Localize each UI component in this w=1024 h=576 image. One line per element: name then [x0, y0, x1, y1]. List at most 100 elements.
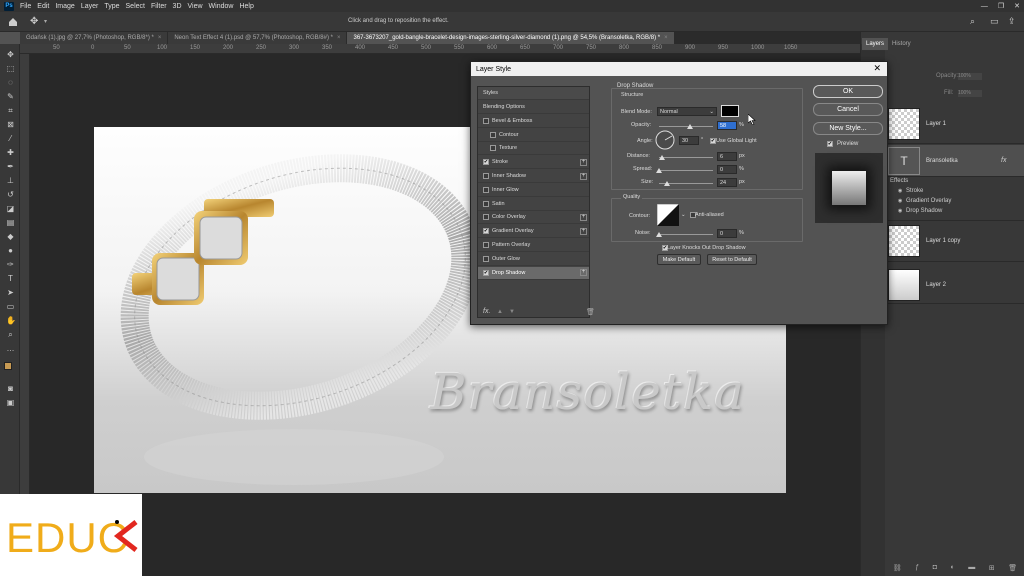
clone-stamp-tool-icon[interactable]: ⊥ [6, 176, 15, 185]
link-layers-icon[interactable]: ⛓ [893, 564, 902, 574]
menu-type[interactable]: Type [104, 3, 119, 10]
quick-mask-icon[interactable]: ◙ [6, 384, 15, 393]
add-mask-icon[interactable]: ◘ [933, 564, 937, 574]
path-selection-tool-icon[interactable]: ➤ [6, 288, 15, 297]
group-icon[interactable]: ▬ [968, 564, 975, 574]
menu-3d[interactable]: 3D [173, 3, 182, 10]
cancel-button[interactable]: Cancel [813, 103, 883, 116]
blend-mode-select[interactable]: Normal ⌄ [657, 107, 717, 116]
effect-stroke[interactable]: Stroke [906, 188, 923, 194]
style-checkbox[interactable] [483, 117, 489, 124]
spread-slider-handle[interactable] [656, 168, 662, 173]
style-checkbox[interactable] [483, 200, 489, 207]
foreground-color-swatch[interactable] [4, 362, 12, 370]
close-tab-icon[interactable]: × [158, 35, 162, 41]
style-row-pattern-overlay[interactable]: Pattern Overlay [478, 239, 589, 252]
style-row-contour[interactable]: Contour [478, 129, 589, 142]
healing-brush-tool-icon[interactable]: ✚ [6, 148, 15, 157]
tab-layers[interactable]: Layers [862, 38, 889, 50]
effect-gradient-overlay[interactable]: Gradient Overlay [906, 198, 951, 204]
visibility-eye-icon[interactable]: ◉ [898, 188, 902, 194]
menu-view[interactable]: View [188, 3, 203, 10]
marquee-tool-icon[interactable]: ⬚ [6, 64, 15, 73]
dialog-titlebar[interactable]: Layer Style ✕ [471, 62, 887, 76]
style-row-inner-shadow[interactable]: Inner Shadow + [478, 170, 589, 183]
eraser-tool-icon[interactable]: ◪ [6, 204, 15, 213]
eyedropper-tool-icon[interactable]: ⁄ [6, 134, 15, 143]
photoshop-logo-icon[interactable]: Ps [4, 1, 14, 11]
style-row-outer-glow[interactable]: Outer Glow [478, 253, 589, 266]
menu-file[interactable]: File [20, 3, 31, 10]
close-window-icon[interactable]: ✕ [1014, 2, 1020, 10]
layer-row-layer-1[interactable]: Layer 1 [886, 104, 1024, 144]
quick-select-tool-icon[interactable]: ✎ [6, 92, 15, 101]
visibility-eye-icon[interactable]: ◉ [898, 198, 902, 204]
size-slider-handle[interactable] [664, 181, 670, 186]
style-checkbox[interactable] [490, 145, 496, 152]
fill-value[interactable]: 100% [958, 90, 982, 97]
tab-neon[interactable]: Neon Text Effect 4 (1).psd @ 57,7% (Phot… [168, 32, 348, 44]
dodge-tool-icon[interactable]: ● [6, 246, 15, 255]
move-tool-icon[interactable]: ✥ [6, 50, 15, 59]
more-tools-icon[interactable]: … [6, 344, 15, 353]
crop-tool-icon[interactable]: ⌗ [6, 106, 15, 115]
angle-input[interactable]: 30 [679, 136, 699, 145]
trash-icon[interactable]: 🗑 [1008, 564, 1017, 574]
menu-window[interactable]: Window [209, 3, 234, 10]
tool-preset-dropdown-icon[interactable]: ▾ [44, 18, 47, 25]
maximize-icon[interactable]: ❐ [998, 2, 1004, 10]
spread-input[interactable]: 0 [717, 165, 737, 174]
style-checkbox[interactable] [483, 173, 489, 179]
style-checkbox[interactable] [483, 214, 489, 221]
move-tool-icon[interactable]: ✥ [30, 16, 38, 27]
angle-dial[interactable] [655, 130, 675, 150]
distance-slider-handle[interactable] [659, 155, 665, 160]
opacity-slider[interactable] [659, 126, 713, 127]
distance-input[interactable]: 6 [717, 152, 737, 161]
rectangle-tool-icon[interactable]: ▭ [6, 302, 15, 311]
screen-mode-icon[interactable]: ▣ [6, 398, 15, 407]
style-row-stroke[interactable]: ✔ Stroke + [478, 156, 589, 170]
tab-history[interactable]: History [888, 38, 915, 50]
chevron-down-icon[interactable]: ⌄ [681, 212, 686, 218]
brush-tool-icon[interactable]: ✒ [6, 162, 15, 171]
style-row-gradient-overlay[interactable]: ✔ Gradient Overlay + [478, 225, 589, 239]
tab-gdansk[interactable]: Gdańsk (1).jpg @ 27,7% (Photoshop, RGB/8… [20, 32, 169, 44]
layer-row-layer-2[interactable]: Layer 2 [886, 266, 1024, 304]
opacity-slider-handle[interactable] [687, 124, 694, 129]
move-down-icon[interactable]: ▼ [509, 309, 515, 315]
type-tool-icon[interactable]: T [6, 274, 15, 283]
move-up-icon[interactable]: ▲ [497, 309, 503, 315]
add-effect-instance-icon[interactable]: + [580, 269, 587, 277]
style-checkbox[interactable] [490, 131, 496, 138]
add-effect-instance-icon[interactable]: + [580, 227, 587, 235]
share-icon[interactable]: ⇪ [1008, 16, 1016, 27]
menu-help[interactable]: Help [239, 3, 253, 10]
menu-select[interactable]: Select [126, 3, 145, 10]
size-input[interactable]: 24 [717, 178, 737, 187]
zoom-tool-icon[interactable]: ⌕ [6, 330, 15, 339]
style-checkbox[interactable] [483, 186, 489, 193]
noise-slider-handle[interactable] [656, 232, 662, 237]
blur-tool-icon[interactable]: ◆ [6, 232, 15, 241]
home-icon[interactable] [8, 17, 18, 27]
layer-row-layer-1-copy[interactable]: Layer 1 copy [886, 220, 1024, 262]
add-effect-instance-icon[interactable]: + [580, 158, 587, 166]
fx-icon[interactable]: fx [1001, 157, 1006, 164]
style-checkbox[interactable] [483, 242, 489, 248]
pen-tool-icon[interactable]: ✑ [6, 260, 15, 269]
style-row-bevel-emboss[interactable]: Bevel & Emboss [478, 115, 589, 128]
workspace-icon[interactable]: ▭ [990, 16, 999, 27]
style-row-satin[interactable]: Satin [478, 198, 589, 211]
opacity-value[interactable]: 100% [958, 73, 982, 80]
preview-checkbox[interactable]: ✔ [827, 141, 833, 147]
adjustment-layer-icon[interactable]: ◐ [951, 564, 955, 574]
close-tab-icon[interactable]: × [337, 35, 341, 41]
style-row-drop-shadow[interactable]: ✔ Drop Shadow + [478, 266, 589, 280]
style-checkbox[interactable]: ✔ [483, 228, 489, 235]
style-checkbox[interactable]: ✔ [483, 159, 489, 166]
spread-slider[interactable] [659, 170, 713, 171]
menu-edit[interactable]: Edit [37, 3, 49, 10]
add-effect-instance-icon[interactable]: + [580, 213, 587, 221]
add-effect-instance-icon[interactable]: + [580, 172, 587, 180]
